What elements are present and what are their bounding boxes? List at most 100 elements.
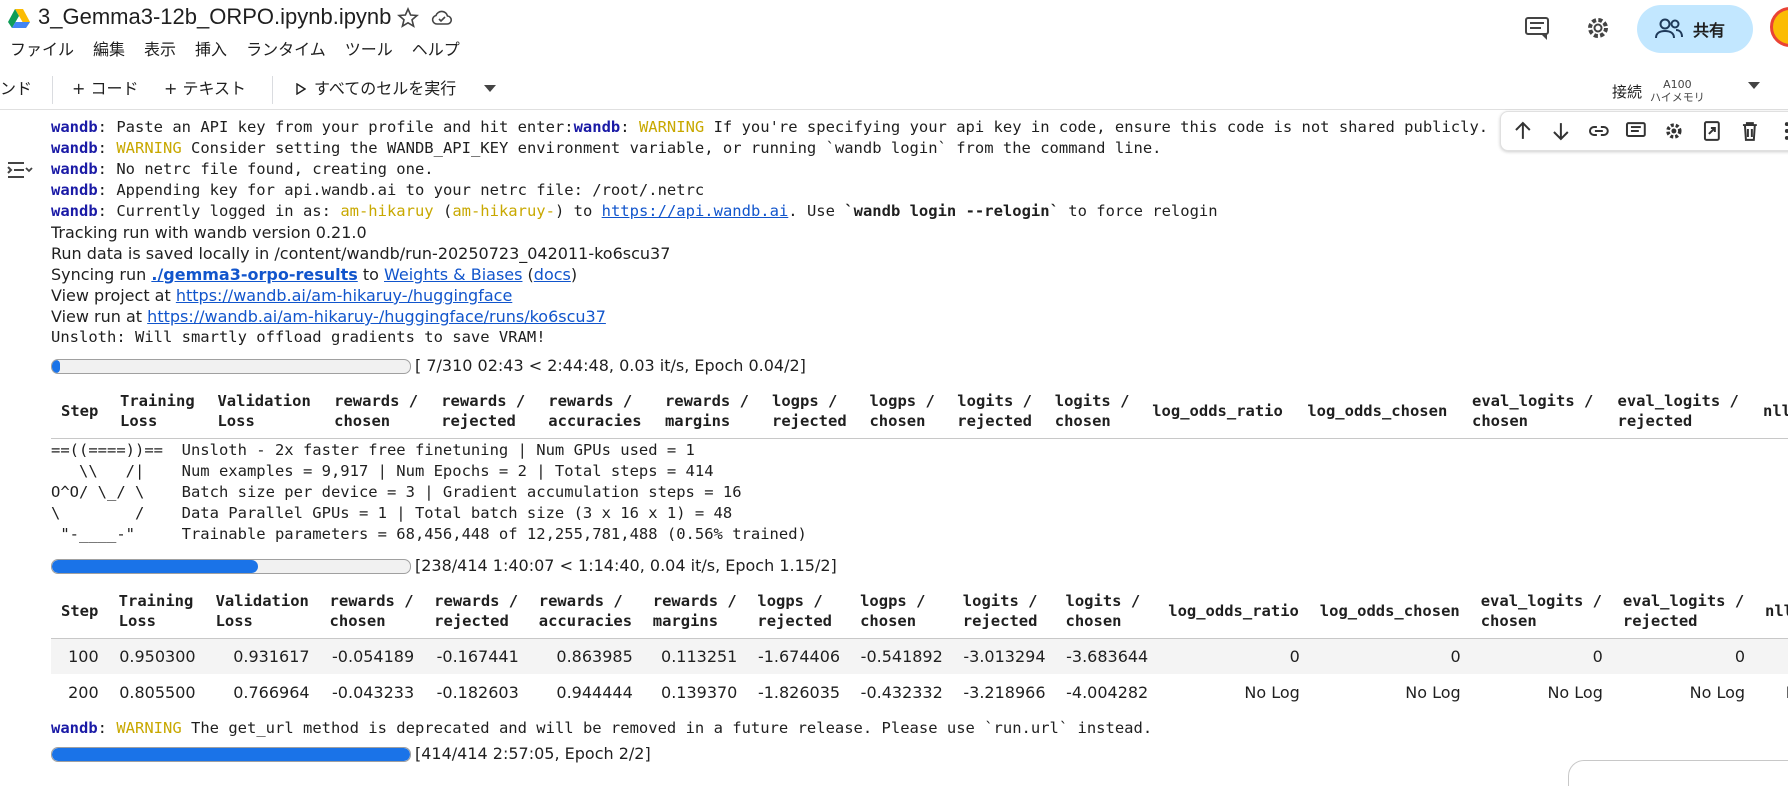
column-header-line: rejected [757, 611, 833, 630]
log-text: Consider setting the WANDB_API_KEY envir… [181, 139, 1162, 157]
column-header-line: logps / [757, 591, 823, 610]
run-all-button[interactable]: すべてのセルを実行 [296, 78, 456, 100]
play-icon [296, 83, 306, 95]
menu-view[interactable]: 表示 [144, 38, 195, 62]
menu-help[interactable]: ヘルプ [412, 38, 479, 62]
progress-text: [414/414 2:57:05, Epoch 2/2] [415, 744, 651, 763]
column-header-line: Validation [217, 391, 311, 410]
api-link[interactable]: https://api.wandb.ai [602, 202, 789, 220]
table-cell: 200 [68, 682, 99, 702]
column-header-line: rewards / [548, 391, 633, 410]
add-text-button[interactable]: + テキスト [164, 78, 246, 100]
column-header: eval_logits / rejected [1612, 584, 1756, 639]
run-name-link[interactable]: ./gemma3-orpo-results [151, 265, 357, 284]
menu-tools[interactable]: ツール [345, 38, 412, 62]
metrics-table: Step Training Loss Validation Loss rewards / c… [51, 384, 1788, 439]
progress-text: [ 7/310 02:43 < 2:44:48, 0.03 it/s, Epoc… [415, 356, 806, 375]
gear-icon[interactable] [1582, 12, 1614, 44]
bottom-panel [1568, 760, 1788, 786]
column-header-line: log_odds_chosen [1319, 601, 1460, 620]
runtime-dropdown-icon[interactable] [1748, 82, 1760, 89]
column-header: Step [51, 584, 109, 639]
menu-runtime[interactable]: ランタイム [246, 38, 345, 62]
column-header: rewards / accuracies [538, 384, 655, 439]
google-drive-icon[interactable] [8, 9, 30, 29]
log-line: wandb: Appending key for api.wandb.ai to… [51, 180, 704, 201]
menu-edit[interactable]: 編集 [93, 38, 144, 62]
column-header-line: chosen [1065, 611, 1122, 630]
warning-label: WARNING [638, 118, 705, 136]
warning-label: WARNING [116, 719, 182, 737]
column-header: logits / rejected [952, 584, 1056, 639]
column-header-line: logits / [957, 391, 1032, 410]
star-icon[interactable] [396, 6, 420, 30]
cloud-saved-icon[interactable] [430, 6, 454, 30]
log-text: : Currently logged in as: [97, 202, 341, 220]
column-header-line: rewards / [538, 591, 623, 610]
log-text: Syncing run [51, 265, 152, 284]
column-header-line: chosen [860, 611, 917, 630]
column-header-line: rejected [772, 411, 847, 430]
table-cell: 0.805500 [119, 682, 196, 702]
run-all-dropdown-icon[interactable] [484, 85, 496, 92]
column-header-line: rewards / [652, 591, 737, 610]
column-header-line: chosen [329, 611, 386, 630]
column-header-line: rewards / [434, 591, 519, 610]
column-header: logps / rejected [762, 384, 860, 439]
column-header: nll_los [1753, 384, 1788, 439]
column-header-line: margins [652, 611, 719, 630]
column-header: Validation Loss [205, 584, 320, 639]
syncing-line: Syncing run ./gemma3-orpo-results to Wei… [51, 264, 577, 285]
column-header-line: log_odds_chosen [1307, 401, 1448, 420]
column-header-line: logps / [860, 591, 926, 610]
column-header-line: nll_los [1765, 601, 1788, 620]
column-header: log_odds_chosen [1309, 584, 1471, 639]
menu-insert[interactable]: 挿入 [195, 38, 246, 62]
docs-link[interactable]: docs [534, 265, 571, 284]
column-header-line: chosen [1480, 611, 1537, 630]
wandb-prefix: wandb [51, 202, 98, 220]
table-cell: 0 [1158, 638, 1310, 674]
avatar[interactable] [1770, 7, 1788, 47]
banner-line: \ / Data Parallel GPUs = 1 | Total batch… [51, 504, 733, 522]
column-header: logits / chosen [1044, 384, 1143, 439]
project-link[interactable]: https://wandb.ai/am-hikaruy-/huggingface [176, 286, 512, 305]
column-header: logps / chosen [859, 384, 948, 439]
table-cell: -0.054189 [319, 638, 425, 674]
run-link[interactable]: https://wandb.ai/am-hikaruy-/huggingface… [147, 307, 606, 326]
runtime-status[interactable]: 接続 A100 ハイメモリ [1612, 75, 1705, 107]
wandb-link[interactable]: Weights & Biases [384, 265, 522, 284]
log-text: The get_url method is deprecated and wil… [181, 719, 1153, 737]
comment-icon[interactable] [1521, 12, 1553, 44]
command-palette-label[interactable]: ンド [0, 78, 32, 100]
table-cell: No Log [1689, 682, 1746, 702]
banner-line: "-____-" Trainable parameters = 68,456,4… [51, 525, 807, 543]
column-header-line: Training [118, 591, 194, 610]
table-cell: -0.541892 [850, 638, 953, 674]
output-collapse-icon[interactable] [6, 158, 34, 182]
table-cell: -1.826035 [757, 682, 841, 702]
column-header: eval_logits / chosen [1470, 584, 1613, 639]
table-cell: No Log [1244, 682, 1300, 702]
table-cell: -0.182603 [436, 682, 519, 702]
table-cell: -0.043233 [332, 682, 415, 702]
share-button[interactable]: 共有 [1637, 5, 1753, 53]
wandb-prefix: wandb [51, 139, 98, 157]
table-cell: 100 [51, 638, 109, 674]
column-header: logps / chosen [850, 584, 953, 639]
column-header-line: rewards / [334, 391, 419, 410]
menu-file[interactable]: ファイル [10, 38, 93, 62]
column-header-line: nll_los [1763, 401, 1788, 420]
table-cell: 0 [1309, 638, 1471, 674]
column-header-line: logits / [1054, 391, 1130, 410]
wandb-prefix: wandb [573, 118, 621, 136]
table-cell: -3.218966 [963, 682, 1046, 702]
table-cell: -4.004282 [1066, 682, 1149, 702]
column-header: Training Loss [108, 584, 206, 639]
column-header-line: Step [61, 601, 99, 620]
log-text: to force relogin [1058, 202, 1218, 220]
toolbar-divider [272, 76, 273, 104]
table-cell: -0.432332 [860, 682, 943, 702]
notebook-title[interactable]: 3_Gemma3-12b_ORPO.ipynb.ipynb [38, 4, 391, 30]
add-code-button[interactable]: + コード [72, 78, 139, 100]
